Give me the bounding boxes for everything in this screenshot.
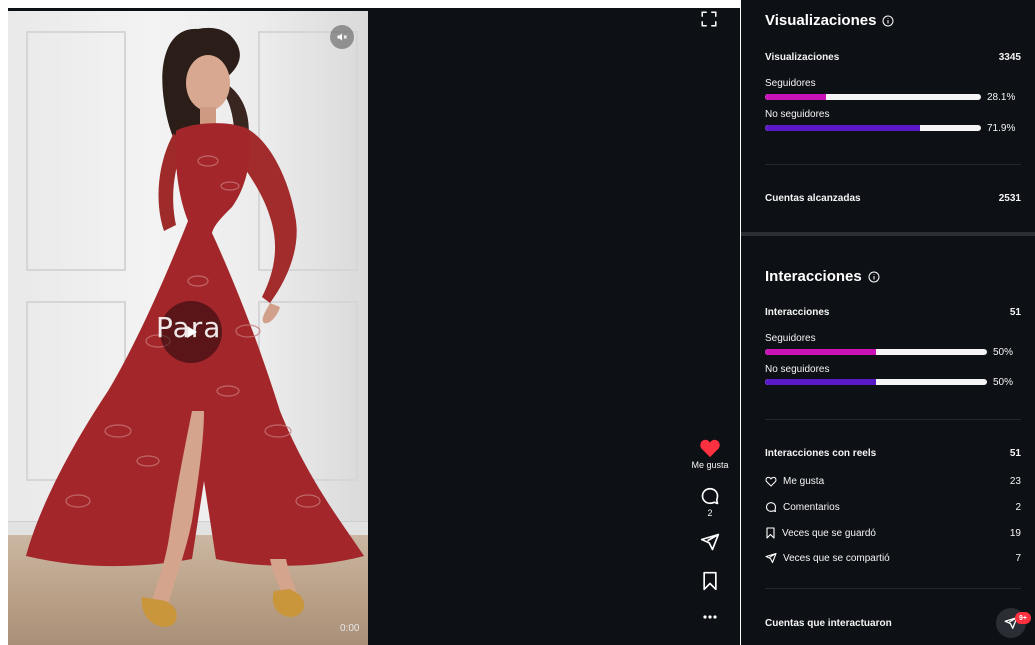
likes-row: Me gusta 23	[765, 476, 1021, 487]
saves-row: Veces que se guardó 19	[765, 527, 1021, 539]
like-label: Me gusta	[691, 460, 729, 470]
shares-label: Veces que se compartió	[783, 552, 890, 564]
mute-toggle-button[interactable]	[330, 25, 354, 49]
insights-panel: Visualizaciones Visualizaciones 3345 Seg…	[741, 0, 1035, 645]
views-followers-bar-fill	[765, 94, 826, 100]
reels-interactions-row: Interacciones con reels 51	[765, 448, 1021, 459]
views-followers-label: Seguidores	[765, 78, 816, 89]
bookmark-icon	[766, 527, 775, 539]
info-icon[interactable]	[882, 15, 894, 27]
interactions-total-label: Interacciones	[765, 307, 830, 318]
more-icon	[703, 615, 717, 619]
reach-label: Cuentas alcanzadas	[765, 193, 861, 204]
interactions-followers-bar	[765, 349, 987, 355]
comment-count: 2	[707, 508, 713, 518]
saves-value: 19	[1009, 527, 1021, 539]
interactions-non-followers-pct: 50%	[993, 376, 1014, 388]
views-non-followers-pct: 71.9%	[987, 122, 1016, 134]
stage: Para 0:00 Me gusta 2 Visualizaciones Vis…	[0, 0, 1035, 645]
comments-value: 2	[1015, 501, 1021, 513]
interactions-section-title: Interacciones	[765, 268, 880, 285]
section-divider	[741, 232, 1035, 236]
reels-interactions-value: 51	[1009, 448, 1021, 459]
volume-muted-icon	[337, 33, 347, 41]
heart-icon	[700, 439, 720, 458]
interactions-followers-pct: 50%	[993, 346, 1014, 358]
notification-badge: 9+	[1015, 612, 1031, 624]
accounts-engaged-row[interactable]: Cuentas que interactuaron	[765, 618, 1021, 629]
reach-row: Cuentas alcanzadas 2531	[765, 193, 1021, 204]
share-icon	[700, 533, 720, 551]
comment-icon	[701, 487, 719, 505]
bookmark-icon	[703, 571, 717, 591]
likes-label: Me gusta	[783, 476, 825, 487]
interactions-non-followers-label: No seguidores	[765, 364, 830, 375]
views-non-followers-bar-fill	[765, 125, 921, 131]
comment-button[interactable]: 2	[684, 486, 736, 518]
video-overlay-text: Para	[156, 311, 222, 344]
divider	[765, 419, 1021, 420]
views-followers-pct: 28.1%	[987, 91, 1016, 103]
interactions-title: Interacciones	[765, 268, 862, 285]
reel-video[interactable]: Para 0:00	[8, 11, 368, 645]
interactions-non-followers-bar	[765, 379, 987, 385]
reach-value: 2531	[998, 193, 1021, 204]
save-button[interactable]	[684, 571, 736, 591]
views-non-followers-bar	[765, 125, 981, 131]
shares-value: 7	[1015, 552, 1021, 564]
video-timecode: 0:00	[340, 623, 360, 634]
interactions-total-row: Interacciones 51	[765, 307, 1021, 318]
views-followers-bar-row: 28.1%	[765, 91, 1021, 103]
info-icon[interactable]	[868, 271, 880, 283]
interactions-followers-label: Seguidores	[765, 333, 816, 344]
views-section-title: Visualizaciones	[765, 12, 894, 29]
views-non-followers-bar-row: 71.9%	[765, 122, 1021, 134]
heart-outline-icon	[765, 476, 777, 487]
divider	[765, 164, 1021, 165]
comments-label: Comentarios	[783, 501, 840, 513]
accounts-engaged-label: Cuentas que interactuaron	[765, 618, 892, 629]
share-button[interactable]	[684, 532, 736, 552]
interactions-followers-bar-row: 50%	[765, 346, 1021, 358]
expand-icon[interactable]	[700, 10, 718, 28]
more-options-button[interactable]	[684, 614, 736, 620]
views-followers-bar	[765, 94, 981, 100]
views-total-label: Visualizaciones	[765, 52, 840, 63]
comments-row: Comentarios 2	[765, 501, 1021, 513]
views-non-followers-label: No seguidores	[765, 109, 830, 120]
interactions-non-followers-bar-fill	[765, 379, 876, 385]
shares-row: Veces que se compartió 7	[765, 552, 1021, 564]
views-title: Visualizaciones	[765, 12, 877, 29]
divider	[765, 588, 1021, 589]
interactions-followers-bar-fill	[765, 349, 876, 355]
views-total-value: 3345	[998, 52, 1021, 63]
interactions-total-value: 51	[1009, 307, 1021, 318]
likes-value: 23	[1009, 476, 1021, 487]
like-button[interactable]: Me gusta	[684, 438, 736, 470]
action-rail: Me gusta 2	[684, 0, 736, 645]
views-total-row: Visualizaciones 3345	[765, 52, 1021, 63]
comment-icon	[765, 502, 777, 513]
interactions-non-followers-bar-row: 50%	[765, 376, 1021, 388]
saves-label: Veces que se guardó	[782, 527, 876, 539]
share-icon	[765, 552, 777, 564]
reels-interactions-label: Interacciones con reels	[765, 448, 877, 459]
